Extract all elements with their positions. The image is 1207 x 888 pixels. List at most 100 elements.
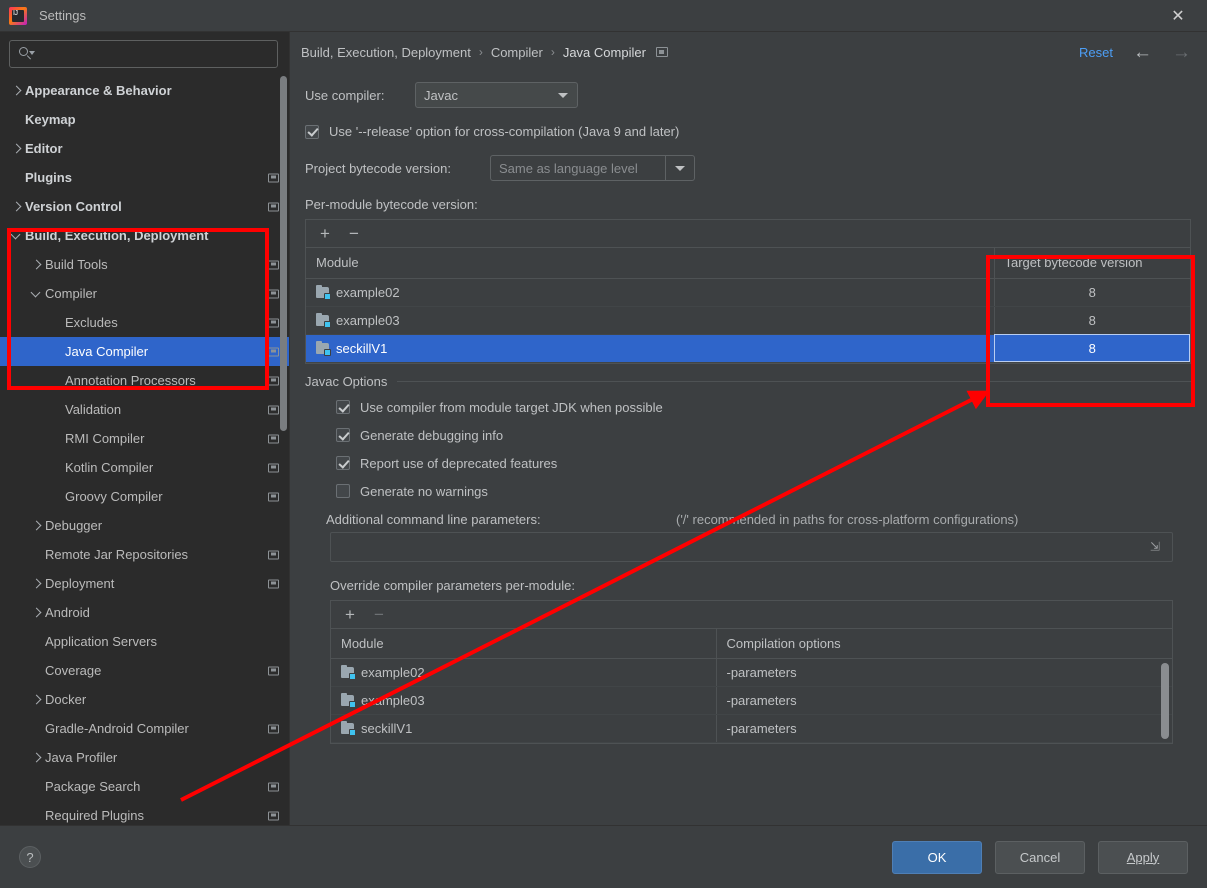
sidebar-item-build-tools[interactable]: Build Tools [0, 250, 289, 279]
column-header-target-bytecode-version[interactable]: Target bytecode version [993, 248, 1190, 279]
javac-option-checkbox[interactable] [336, 400, 350, 414]
sidebar-item-label: Debugger [45, 518, 103, 533]
javac-option-row[interactable]: Report use of deprecated features [336, 456, 1191, 471]
sidebar-item-label: Annotation Processors [65, 373, 196, 388]
javac-option-row[interactable]: Generate debugging info [336, 428, 1191, 443]
use-compiler-select[interactable]: Javac [415, 82, 578, 108]
sidebar-item-required-plugins[interactable]: Required Plugins [0, 801, 289, 825]
javac-option-row[interactable]: Generate no warnings [336, 484, 1191, 499]
sidebar-item-coverage[interactable]: Coverage [0, 656, 289, 685]
javac-option-checkbox[interactable] [336, 428, 350, 442]
javac-option-checkbox[interactable] [336, 484, 350, 498]
search-input[interactable] [34, 47, 271, 61]
sidebar-item-compiler[interactable]: Compiler [0, 279, 289, 308]
sidebar-item-excludes[interactable]: Excludes [0, 308, 289, 337]
table-row[interactable]: seckillV1 -parameters [331, 714, 1172, 743]
module-cell[interactable]: seckillV1 [331, 714, 716, 743]
chevron-down-icon[interactable] [9, 228, 25, 244]
chevron-right-icon[interactable] [29, 257, 45, 273]
chevron-right-icon[interactable] [29, 750, 45, 766]
compilation-options-cell[interactable]: -parameters [715, 686, 1172, 715]
breadcrumb-part-0[interactable]: Build, Execution, Deployment [301, 45, 471, 60]
module-cell[interactable]: example02 [331, 658, 716, 687]
sidebar-item-groovy-compiler[interactable]: Groovy Compiler [0, 482, 289, 511]
target-bytecode-version-cell[interactable]: 8 [993, 306, 1190, 335]
table-row[interactable]: example03 -parameters [331, 686, 1172, 715]
chevron-right-icon[interactable] [29, 605, 45, 621]
sidebar-item-package-search[interactable]: Package Search [0, 772, 289, 801]
module-cell[interactable]: example02 [306, 278, 994, 307]
sidebar-scrollbar-thumb[interactable] [280, 76, 287, 431]
sidebar-item-remote-jar-repositories[interactable]: Remote Jar Repositories [0, 540, 289, 569]
module-cell[interactable]: example03 [331, 686, 716, 715]
table-row[interactable]: seckillV1 8 [306, 334, 1190, 363]
override-table-scrollbar-thumb[interactable] [1161, 662, 1169, 739]
release-option-checkbox[interactable] [305, 124, 319, 139]
help-button[interactable]: ? [19, 846, 41, 868]
close-icon[interactable]: ✕ [1161, 0, 1195, 32]
release-option-row[interactable]: Use '--release' option for cross-compila… [300, 124, 1191, 139]
table-row[interactable]: example02 -parameters [331, 658, 1172, 687]
sidebar-item-debugger[interactable]: Debugger [0, 511, 289, 540]
remove-module-button[interactable]: − [349, 225, 359, 242]
sidebar-item-kotlin-compiler[interactable]: Kotlin Compiler [0, 453, 289, 482]
compilation-options-cell[interactable]: -parameters [715, 714, 1172, 743]
sidebar-item-editor[interactable]: Editor [0, 134, 289, 163]
search-box[interactable] [9, 40, 278, 68]
additional-params-field[interactable]: ⇲ [330, 531, 1173, 562]
target-bytecode-version-cell[interactable]: 8 [993, 278, 1190, 307]
settings-tree[interactable]: Appearance & Behavior Keymap Editor Plugins… [0, 74, 289, 825]
chevron-down-icon[interactable] [665, 156, 694, 180]
module-cell[interactable]: example03 [306, 306, 994, 335]
section-divider [397, 380, 1191, 382]
chevron-right-icon[interactable] [9, 141, 25, 157]
chevron-right-icon[interactable] [9, 83, 25, 99]
sidebar-item-appearance-behavior[interactable]: Appearance & Behavior [0, 76, 289, 105]
add-module-button[interactable]: + [320, 225, 330, 242]
sidebar-item-keymap[interactable]: Keymap [0, 105, 289, 134]
add-override-button[interactable]: + [345, 606, 355, 623]
ok-button[interactable]: OK [892, 840, 982, 874]
sidebar-item-rmi-compiler[interactable]: RMI Compiler [0, 424, 289, 453]
arrow-left-icon[interactable]: ← [1133, 43, 1152, 62]
javac-option-checkbox[interactable] [336, 456, 350, 470]
sidebar-item-build-execution-deployment[interactable]: Build, Execution, Deployment [0, 221, 289, 250]
sidebar-item-version-control[interactable]: Version Control [0, 192, 289, 221]
chevron-right-icon[interactable] [29, 576, 45, 592]
sidebar-item-annotation-processors[interactable]: Annotation Processors [0, 366, 289, 395]
javac-option-label: Generate no warnings [360, 483, 488, 499]
cancel-button[interactable]: Cancel [995, 840, 1085, 874]
reset-button[interactable]: Reset [1079, 45, 1113, 60]
module-cell[interactable]: seckillV1 [306, 334, 994, 363]
chevron-right-icon[interactable] [29, 692, 45, 708]
table-row[interactable]: example02 8 [306, 278, 1190, 307]
sidebar-item-java-compiler[interactable]: Java Compiler [0, 337, 289, 366]
sidebar-item-validation[interactable]: Validation [0, 395, 289, 424]
compilation-options-cell[interactable]: -parameters [715, 658, 1172, 687]
column-header-compilation-options[interactable]: Compilation options [715, 628, 1172, 659]
sidebar-item-label: Excludes [65, 315, 118, 330]
sidebar-item-label: Remote Jar Repositories [45, 547, 189, 562]
sidebar-item-deployment[interactable]: Deployment [0, 569, 289, 598]
breadcrumb-part-1[interactable]: Compiler [491, 45, 543, 60]
module-name: example03 [336, 312, 400, 328]
chevron-down-icon[interactable] [29, 286, 45, 302]
chevron-right-icon[interactable] [9, 199, 25, 215]
apply-button[interactable]: Apply [1098, 840, 1188, 874]
sidebar-item-android[interactable]: Android [0, 598, 289, 627]
sidebar-item-docker[interactable]: Docker [0, 685, 289, 714]
sidebar-item-plugins[interactable]: Plugins [0, 163, 289, 192]
project-bytecode-select[interactable]: Same as language level [490, 155, 695, 181]
column-header-module[interactable]: Module [331, 628, 716, 659]
chevron-right-icon[interactable] [29, 518, 45, 534]
javac-option-row[interactable]: Use compiler from module target JDK when… [336, 400, 1191, 415]
expand-icon[interactable]: ⇲ [1150, 540, 1163, 553]
column-header-module[interactable]: Module [306, 248, 994, 279]
project-settings-icon [268, 666, 279, 675]
target-bytecode-version-cell[interactable]: 8 [993, 334, 1190, 363]
table-row[interactable]: example03 8 [306, 306, 1190, 335]
sidebar-item-gradle-android-compiler[interactable]: Gradle-Android Compiler [0, 714, 289, 743]
sidebar-item-java-profiler[interactable]: Java Profiler [0, 743, 289, 772]
sidebar-item-label: Version Control [25, 199, 122, 214]
sidebar-item-application-servers[interactable]: Application Servers [0, 627, 289, 656]
